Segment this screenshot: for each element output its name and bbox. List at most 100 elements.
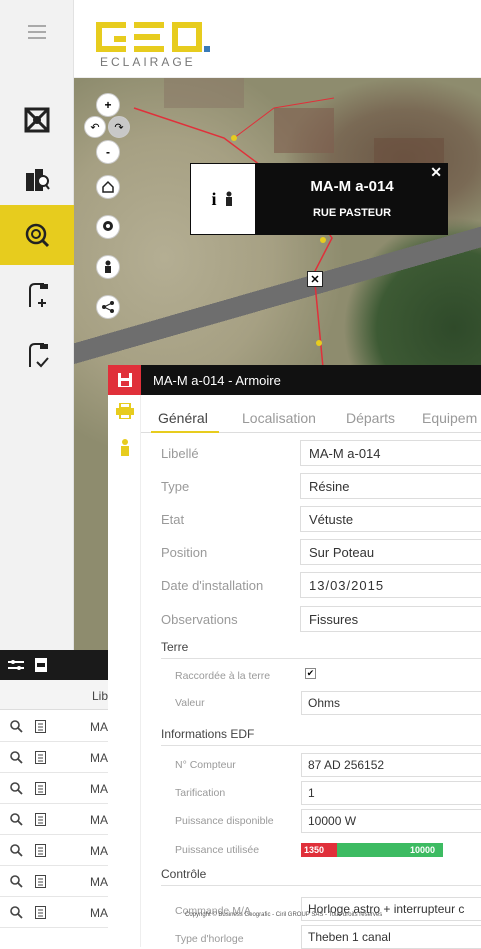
lamp-add-icon — [29, 283, 48, 307]
person-icon[interactable] — [223, 191, 235, 207]
search-icon[interactable] — [10, 875, 23, 888]
copyright: Copyright © Business Geografic - Ciril G… — [185, 912, 383, 918]
document-icon[interactable] — [35, 844, 46, 857]
menu-button[interactable] — [0, 12, 74, 52]
locate-button[interactable] — [96, 215, 120, 239]
list-item-label: MA — [90, 906, 108, 920]
tab-localisation[interactable]: Localisation — [242, 410, 316, 426]
popup-close-button[interactable]: ✕ — [430, 164, 442, 181]
document-icon[interactable] — [35, 751, 46, 764]
document-icon[interactable] — [35, 813, 46, 826]
power-max-segment: 10000 — [337, 843, 443, 857]
tab-equipements[interactable]: Equipem — [422, 410, 477, 426]
hamburger-icon — [28, 25, 46, 39]
rotate-left-icon: ↶ — [90, 121, 100, 134]
popup-icons: i — [191, 164, 255, 234]
share-button[interactable] — [96, 295, 120, 319]
field-label: Etat — [161, 512, 185, 527]
field-label: N° Compteur — [175, 759, 236, 771]
search-icon[interactable] — [10, 720, 23, 733]
tabs: Général Localisation Départs Equipem — [141, 395, 481, 433]
position-field[interactable]: Sur Poteau — [300, 539, 481, 565]
field-label: Valeur — [175, 697, 205, 709]
sidebar-item-network[interactable] — [0, 90, 74, 150]
logo-subtitle: ECLAIRAGE — [100, 55, 196, 69]
compteur-field[interactable]: 87 AD 256152 — [301, 753, 481, 777]
xls-export-icon[interactable] — [34, 657, 48, 673]
sidebar-item-lamp-search[interactable] — [0, 205, 74, 265]
column-header-libelle[interactable]: Lib — [92, 689, 108, 703]
sidebar-item-lamp-add[interactable] — [0, 265, 74, 325]
etat-field[interactable]: Vétuste — [300, 506, 481, 532]
info-icon[interactable]: i — [211, 189, 216, 210]
observations-field[interactable]: Fissures — [300, 606, 481, 632]
zoom-in-button[interactable]: + — [96, 93, 120, 117]
list-item-label: MA — [90, 720, 108, 734]
search-icon[interactable] — [10, 782, 23, 795]
date-installation-field[interactable]: 13/03/2015 — [300, 572, 481, 598]
person-icon — [121, 439, 129, 456]
type-field[interactable]: Résine — [300, 473, 481, 499]
zoom-out-button[interactable]: - — [96, 140, 120, 164]
rotate-right-icon: ↷ — [114, 121, 124, 134]
active-tab-indicator — [151, 431, 219, 433]
document-icon[interactable] — [35, 782, 46, 795]
document-icon[interactable] — [35, 720, 46, 733]
home-button[interactable] — [96, 175, 120, 199]
search-icon[interactable] — [10, 844, 23, 857]
save-icon — [117, 373, 132, 387]
valeur-field[interactable]: Ohms — [301, 691, 481, 715]
raccordee-terre-checkbox[interactable]: ✔ — [305, 668, 316, 679]
building-search-icon — [26, 169, 50, 191]
type-horloge-field[interactable]: Theben 1 canal — [301, 925, 481, 949]
tab-general[interactable]: Général — [158, 410, 208, 426]
field-label: Observations — [161, 612, 238, 627]
power-used-segment: 1350 — [301, 843, 337, 857]
document-icon[interactable] — [35, 906, 46, 919]
popup-subtitle: RUE PASTEUR — [312, 207, 392, 219]
field-label: Puissance disponible — [175, 815, 274, 827]
person-button[interactable] — [119, 439, 131, 462]
street-view-button[interactable] — [96, 255, 120, 279]
list-item-label: MA — [90, 751, 108, 765]
search-icon[interactable] — [10, 813, 23, 826]
lamp-search-icon — [25, 223, 50, 248]
rotate-left-button[interactable]: ↶ — [84, 116, 106, 138]
field-label: Type d'horloge — [175, 933, 244, 945]
print-button[interactable] — [116, 402, 134, 424]
tab-departs[interactable]: Départs — [346, 410, 395, 426]
tarification-field[interactable]: 1 — [301, 781, 481, 805]
document-icon[interactable] — [35, 875, 46, 888]
sidebar-item-lamp-check[interactable] — [0, 325, 74, 385]
section-controle: Contrôle — [161, 867, 481, 886]
field-label: Position — [161, 545, 208, 560]
panel-header: MA-M a-014 - Armoire — [108, 365, 481, 395]
person-icon — [105, 260, 111, 273]
filter-icon[interactable] — [8, 659, 24, 671]
cabinet-marker-icon[interactable]: ✕ — [307, 271, 323, 287]
field-label: Date d'installation — [161, 578, 264, 593]
sidebar — [0, 0, 74, 650]
share-icon — [102, 301, 114, 313]
field-label: Raccordée à la terre — [175, 670, 271, 682]
rotate-right-button[interactable]: ↷ — [108, 116, 130, 138]
list-item-label: MA — [90, 875, 108, 889]
sidebar-item-buildings-search[interactable] — [0, 150, 74, 210]
puissance-disponible-field[interactable]: 10000 W — [301, 809, 481, 833]
field-label: Tarification — [175, 787, 226, 799]
libelle-field[interactable]: MA-M a-014 — [300, 440, 481, 466]
list-item-label: MA — [90, 813, 108, 827]
save-button[interactable] — [108, 365, 141, 395]
puissance-utilisee-bar: 1350 10000 — [301, 843, 443, 857]
list-item-label: MA — [90, 844, 108, 858]
geo-logo — [96, 22, 210, 52]
header: ECLAIRAGE — [74, 0, 481, 78]
lamp-check-icon — [29, 343, 49, 368]
search-icon[interactable] — [10, 751, 23, 764]
network-icon — [24, 107, 50, 133]
section-edf: Informations EDF — [161, 727, 481, 746]
search-icon[interactable] — [10, 906, 23, 919]
field-label: Libellé — [161, 446, 199, 461]
detail-panel: Général Localisation Départs Equipem Lib… — [141, 395, 481, 949]
field-label: Puissance utilisée — [175, 844, 260, 856]
